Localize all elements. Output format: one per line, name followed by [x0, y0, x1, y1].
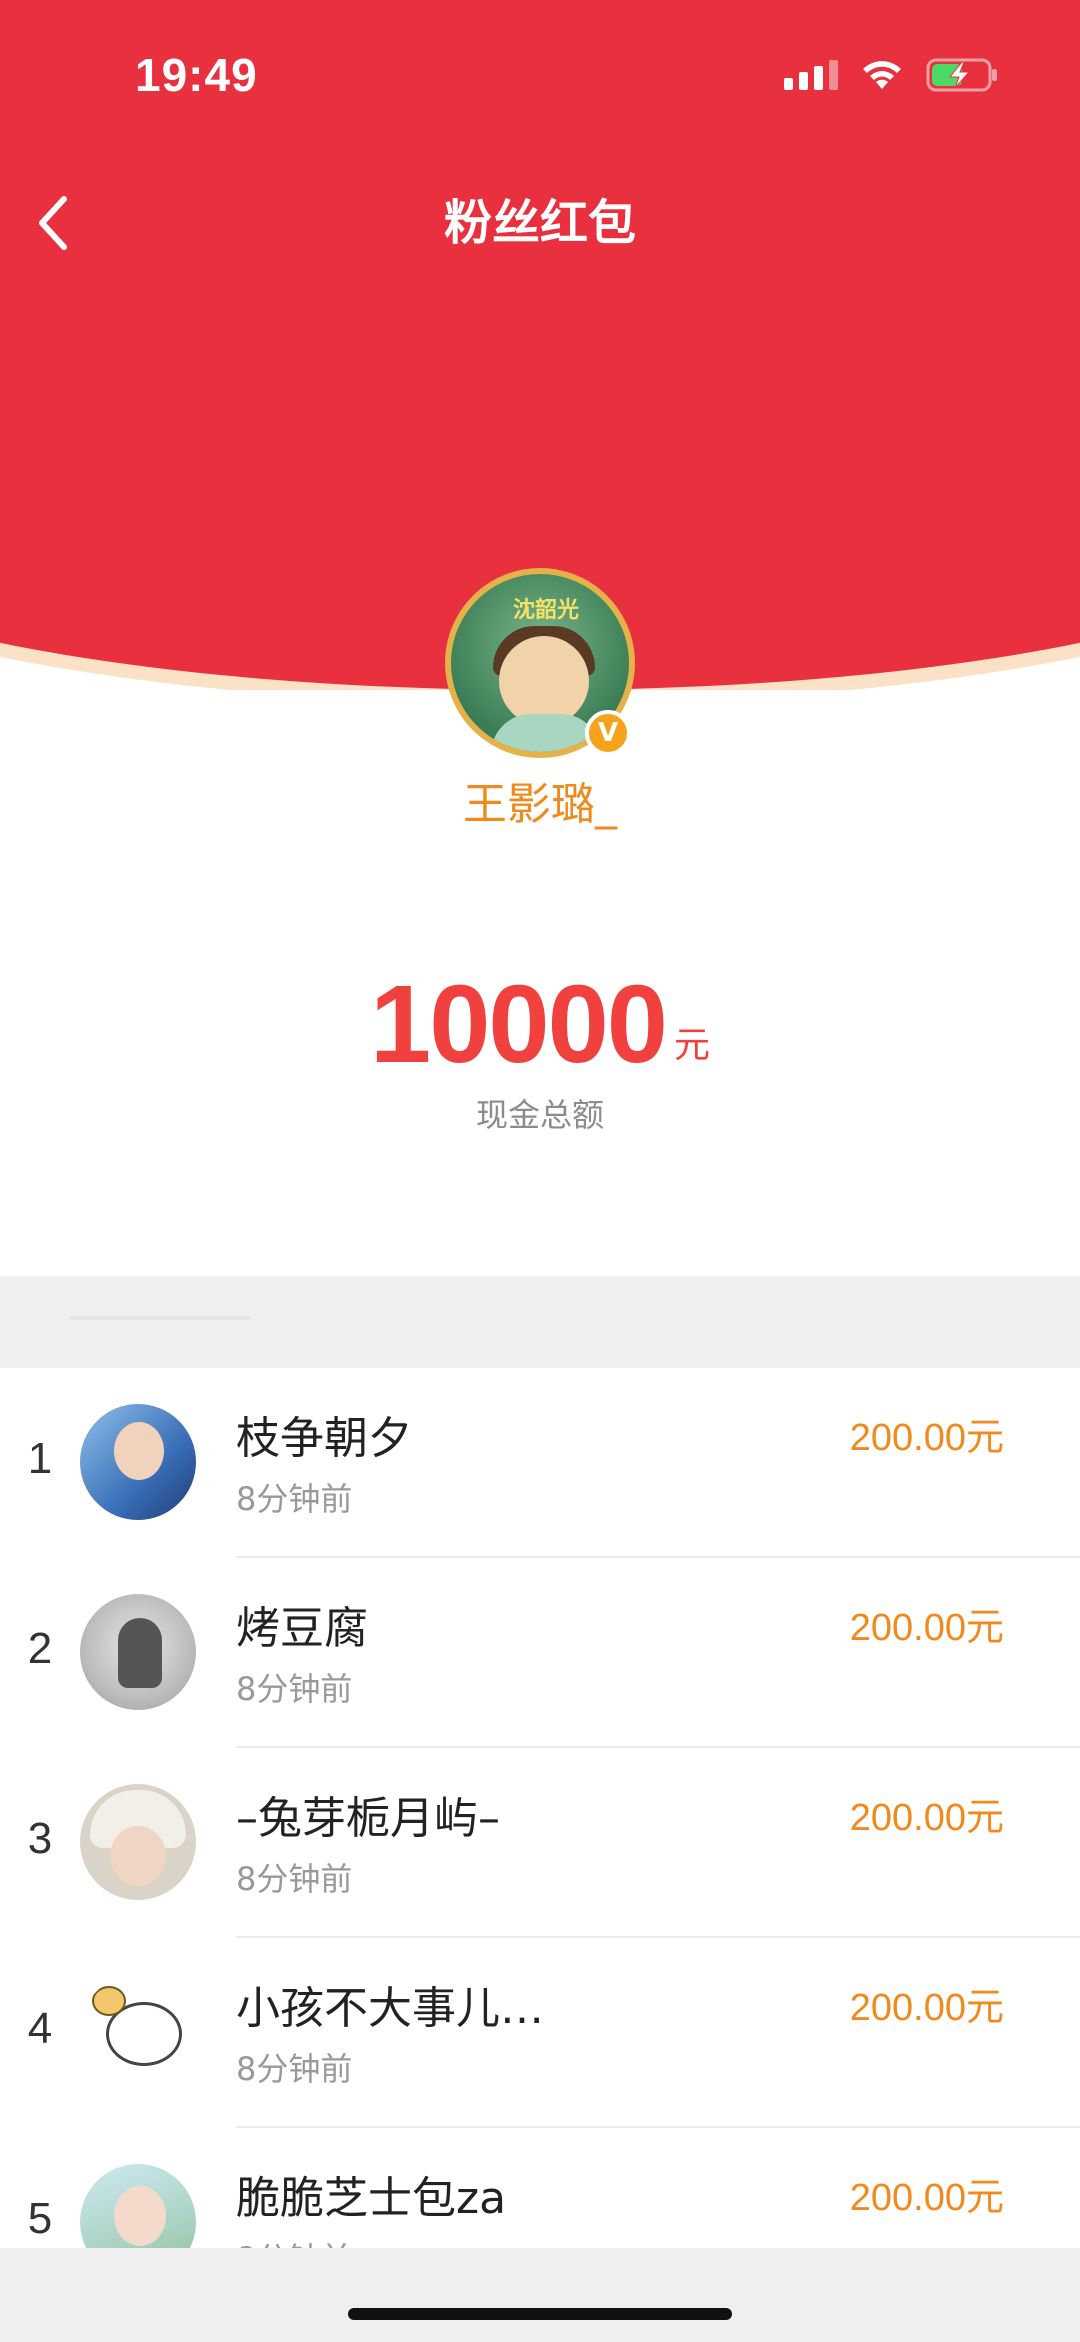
rank-number: 2: [27, 1624, 53, 1673]
rank-number: 4: [27, 2004, 53, 2053]
list-item[interactable]: 2 烤豆腐 8分钟前 200.00元: [0, 1558, 1080, 1748]
user-name: –兔芽栀月屿–: [236, 1793, 500, 1844]
claim-time: 8分钟前: [236, 1670, 353, 1708]
total-amount: 10000 元: [0, 970, 1080, 1080]
red-packet-page: 19:49 粉丝红包 沈韶光 V 王影璐_ 10000 元 现金总额 1 枝争朝…: [0, 0, 1080, 2342]
host-name[interactable]: 王影璐_: [0, 768, 1080, 832]
claim-time: 8分钟前: [236, 1860, 353, 1898]
claim-amount: 200.00元: [849, 2177, 1004, 2219]
rank-number: 3: [27, 1814, 53, 1863]
user-name: 枝争朝夕: [236, 1413, 412, 1464]
amount-value: 10000: [370, 963, 668, 1086]
rank-number: 5: [27, 2194, 53, 2243]
user-name: 脆脆芝士包za: [236, 2173, 507, 2224]
claim-time: 8分钟前: [236, 2050, 353, 2088]
list-item[interactable]: 3 –兔芽栀月屿– 8分钟前 200.00元: [0, 1748, 1080, 1938]
home-indicator[interactable]: [348, 2308, 732, 2320]
recipient-list: 1 枝争朝夕 8分钟前 200.00元 2 烤豆腐 8分钟前 200.00元 3…: [0, 1368, 1080, 2318]
status-icons: [784, 58, 1000, 92]
list-item[interactable]: 4 小孩不大事儿… 8分钟前 200.00元: [0, 1938, 1080, 2128]
verified-badge-icon: V: [585, 710, 631, 756]
amount-label: 现金总额: [475, 1096, 604, 1134]
page-title: 粉丝红包: [443, 195, 636, 251]
section-divider: [70, 1316, 250, 1320]
bottom-bar: [0, 2248, 1080, 2342]
claim-amount: 200.00元: [849, 1417, 1004, 1459]
claim-amount: 200.00元: [849, 1797, 1004, 1839]
avatar-art-face: [499, 636, 589, 726]
claim-amount: 200.00元: [849, 1607, 1004, 1649]
wifi-icon: [860, 59, 904, 91]
avatar-art-text: 沈韶光: [512, 598, 579, 623]
battery-charging-icon: [926, 58, 1000, 92]
amount-unit: 元: [673, 1025, 710, 1066]
user-avatar[interactable]: [80, 1974, 196, 2090]
cellular-signal-icon: [784, 60, 838, 90]
user-avatar[interactable]: [80, 1404, 196, 1520]
list-section-header: [0, 1276, 1080, 1368]
user-avatar[interactable]: [80, 1784, 196, 1900]
list-item[interactable]: 1 枝争朝夕 8分钟前 200.00元: [0, 1368, 1080, 1558]
user-name: 小孩不大事儿…: [236, 1983, 544, 2034]
claim-amount: 200.00元: [849, 1987, 1004, 2029]
rank-number: 1: [27, 1434, 53, 1483]
status-time: 19:49: [135, 49, 258, 101]
user-name: 烤豆腐: [236, 1603, 368, 1654]
user-avatar[interactable]: [80, 1594, 196, 1710]
claim-time: 8分钟前: [236, 1480, 353, 1518]
